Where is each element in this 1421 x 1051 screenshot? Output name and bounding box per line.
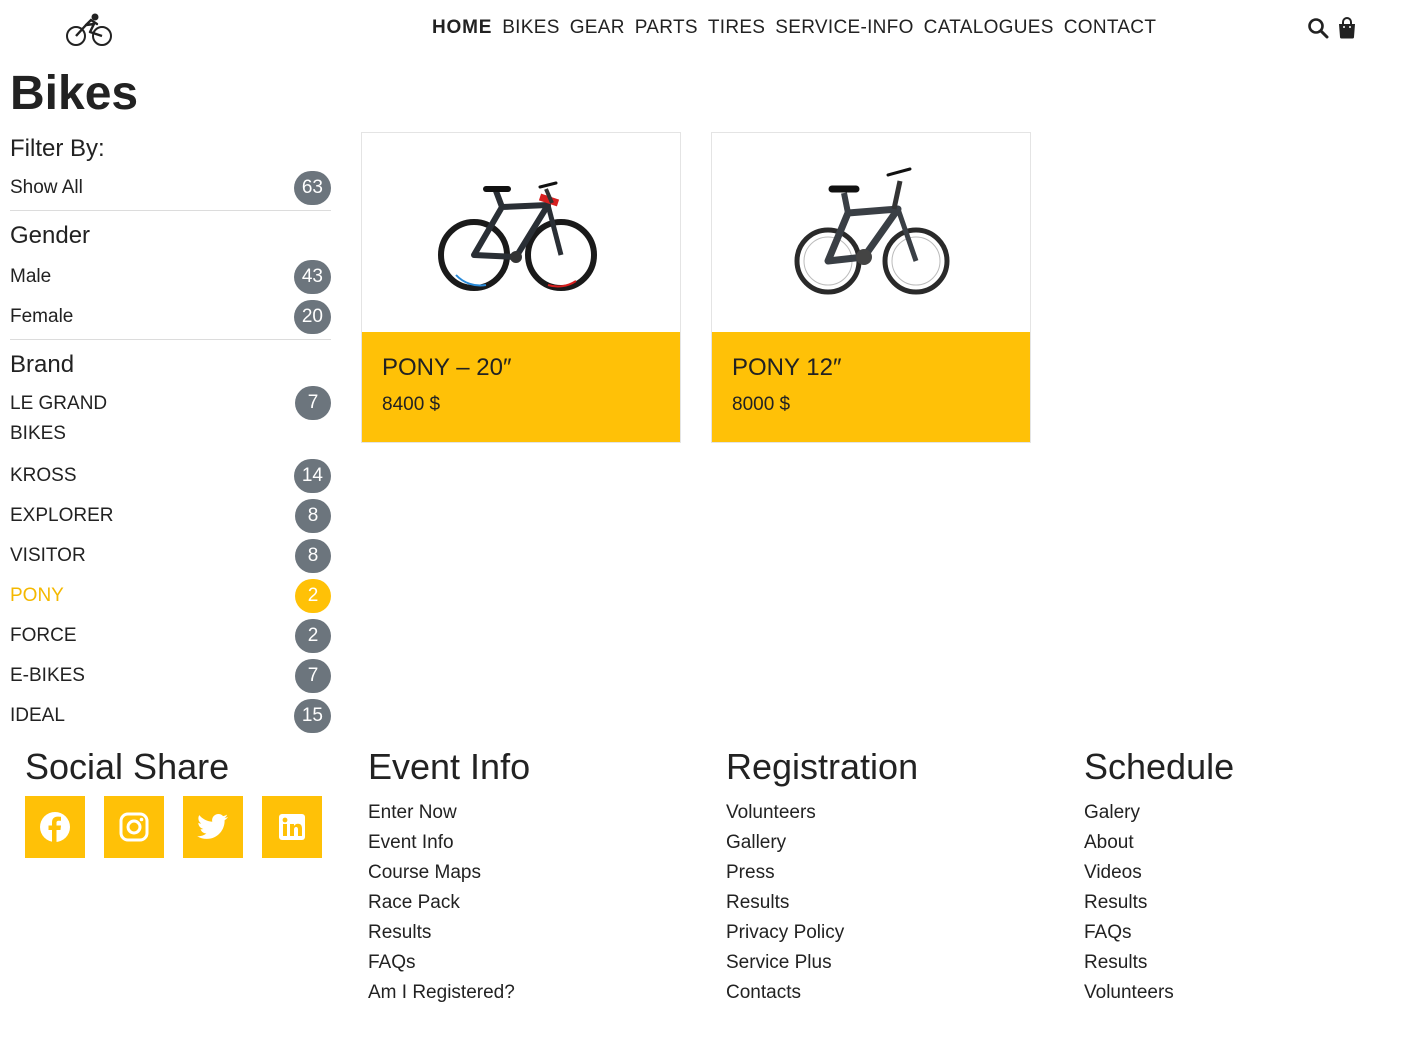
product-image[interactable] [362,133,680,333]
filter-label: FORCE [10,625,77,646]
footer-link[interactable]: Press [726,859,918,889]
divider [10,210,331,211]
nav-home[interactable]: HOME [432,17,492,39]
filter-label: KROSS [10,465,77,486]
header-actions [1307,17,1359,39]
footer-link[interactable]: Enter Now [368,799,530,829]
gender-title: Gender [10,222,91,249]
count-badge: 2 [295,579,331,613]
footer-link[interactable]: Results [368,919,530,949]
product-price: 8400 $ [382,394,441,415]
registration-title: Registration [726,746,919,787]
nav-catalogues[interactable]: CATALOGUES [924,17,1054,39]
count-badge: 63 [293,171,331,205]
cyclist-logo-icon[interactable] [64,12,116,48]
count-badge: 8 [295,539,331,573]
product-info: PONY – 20″ 8400 $ [362,332,680,442]
footer-link[interactable]: Service Plus [726,949,918,979]
footer-link[interactable]: Event Info [368,829,530,859]
filter-brand-kross[interactable]: KROSS 14 [10,456,331,496]
footer-schedule: Schedule Galery About Videos Results FAQ… [1084,746,1234,1009]
product-price: 8000 $ [732,394,791,415]
footer-social: Social Share [25,746,322,858]
footer-link[interactable]: FAQs [368,949,530,979]
event-info-title: Event Info [368,746,531,787]
mountain-bike-icon [438,181,597,291]
footer-link[interactable]: Course Maps [368,859,530,889]
filter-label: EXPLORER [10,505,114,526]
social-buttons [25,796,322,858]
filter-brand-e-bikes[interactable]: E-BIKES 7 [10,656,331,696]
footer-link[interactable]: Privacy Policy [726,919,918,949]
footer-link[interactable]: Gallery [726,829,918,859]
page-title: Bikes [10,67,139,120]
footer-link[interactable]: Galery [1084,799,1234,829]
footer-link[interactable]: FAQs [1084,919,1234,949]
count-badge: 7 [295,659,331,693]
count-badge: 7 [295,386,331,420]
filter-brand-ideal[interactable]: IDEAL 15 [10,696,331,736]
filter-label: PONY [10,585,64,606]
twitter-icon[interactable] [183,796,243,858]
footer-link[interactable]: Volunteers [1084,979,1234,1009]
footer-link[interactable]: Contacts [726,979,918,1009]
filter-label: Male [10,266,52,287]
main-nav: HOME BIKES GEAR PARTS TIRES SERVICE-INFO… [432,17,1156,39]
filter-sidebar: Filter By: Show All 63 Gender Male 43 Fe… [10,132,331,736]
facebook-icon[interactable] [25,796,85,858]
count-badge: 43 [293,260,331,294]
filter-brand-force[interactable]: FORCE 2 [10,616,331,656]
instagram-icon[interactable] [104,796,164,858]
filter-label: VISITOR [10,545,86,566]
footer-link[interactable]: Results [1084,949,1234,979]
filter-label: IDEAL [10,705,65,726]
filter-label: LE GRAND BIKES [10,393,108,444]
nav-bikes[interactable]: BIKES [502,17,559,39]
filter-label: Show All [10,177,83,198]
count-badge: 15 [293,699,331,733]
footer-event-info: Event Info Enter Now Event Info Course M… [368,746,530,1009]
divider [10,339,331,340]
filter-brand-explorer[interactable]: EXPLORER 8 [10,496,331,536]
footer-link[interactable]: Volunteers [726,799,918,829]
product-card[interactable]: PONY – 20″ 8400 $ [361,132,681,443]
footer-link[interactable]: Race Pack [368,889,530,919]
footer-link[interactable]: About [1084,829,1234,859]
filter-brand-pony[interactable]: PONY 2 [10,576,331,616]
search-icon[interactable] [1307,17,1329,39]
product-info: PONY 12″ 8000 $ [712,332,1030,442]
filter-label: E-BIKES [10,665,85,686]
footer-registration: Registration Volunteers Gallery Press Re… [726,746,918,1009]
count-badge: 8 [295,499,331,533]
filter-label: Female [10,306,74,327]
shopping-bag-icon[interactable] [1337,17,1359,39]
filter-gender-female[interactable]: Female 20 [10,297,331,337]
nav-parts[interactable]: PARTS [635,17,698,39]
nav-service-info[interactable]: SERVICE-INFO [775,17,913,39]
count-badge: 20 [293,300,331,334]
product-image[interactable] [712,133,1030,333]
footer-link[interactable]: Videos [1084,859,1234,889]
nav-contact[interactable]: CONTACT [1064,17,1157,39]
count-badge: 14 [293,459,331,493]
linkedin-icon[interactable] [262,796,322,858]
nav-gear[interactable]: GEAR [570,17,625,39]
footer-link[interactable]: Am I Registered? [368,979,530,1009]
social-title: Social Share [25,746,230,787]
footer-link[interactable]: Results [1084,889,1234,919]
count-badge: 2 [295,619,331,653]
product-name[interactable]: PONY – 20″ [382,354,660,382]
filter-title: Filter By: [10,135,105,162]
kids-bike-icon [794,167,950,295]
filter-brand-visitor[interactable]: VISITOR 8 [10,536,331,576]
filter-brand-le-grand-bikes[interactable]: LE GRAND BIKES 7 [10,386,331,456]
filter-show-all[interactable]: Show All 63 [10,168,331,208]
filter-gender-male[interactable]: Male 43 [10,257,331,297]
brand-title: Brand [10,351,75,378]
schedule-title: Schedule [1084,746,1235,787]
footer-link[interactable]: Results [726,889,918,919]
product-name[interactable]: PONY 12″ [732,354,1010,382]
product-card[interactable]: PONY 12″ 8000 $ [711,132,1031,443]
nav-tires[interactable]: TIRES [708,17,765,39]
